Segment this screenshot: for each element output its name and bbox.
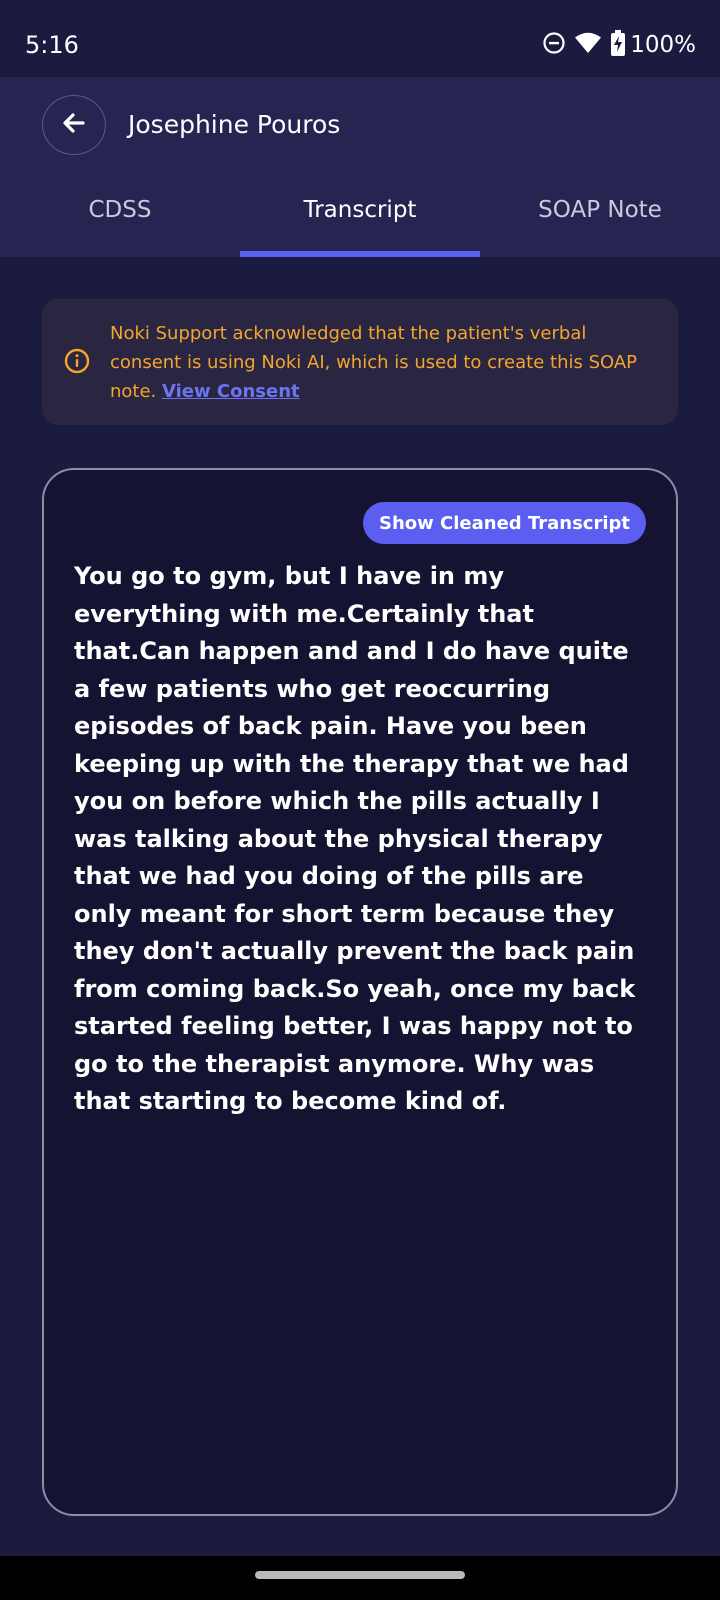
info-circle-icon [64,348,90,378]
status-time: 5:16 [25,31,79,59]
consent-banner: Noki Support acknowledged that the patie… [42,299,678,425]
status-icons: 100% [542,28,696,62]
home-indicator[interactable] [255,1571,465,1579]
arrow-left-icon [61,110,87,140]
do-not-disturb-icon [542,31,566,59]
tab-transcript[interactable]: Transcript [240,177,480,257]
active-tab-indicator [240,251,480,257]
show-cleaned-transcript-button[interactable]: Show Cleaned Transcript [362,502,646,544]
status-bar: 5:16 100% [0,0,720,77]
patient-name: Josephine Pouros [128,110,341,139]
tab-label: SOAP Note [538,197,662,223]
battery-percent: 100% [630,32,696,58]
consent-message: Noki Support acknowledged that the patie… [110,319,650,406]
back-button[interactable] [42,95,106,155]
tab-label: Transcript [303,197,417,223]
tab-soap-note[interactable]: SOAP Note [480,177,720,257]
battery-charging-icon [610,30,626,60]
transcript-text: You go to gym, but I have in my everythi… [74,562,636,1115]
transcript-card: Show Cleaned Transcript You go to gym, b… [42,468,678,1516]
tab-bar: CDSS Transcript SOAP Note [0,177,720,257]
view-consent-link[interactable]: View Consent [162,381,300,402]
tab-label: CDSS [88,197,152,223]
wifi-icon [574,32,602,58]
app-header: Josephine Pouros CDSS Transcript SOAP No… [0,77,720,257]
system-nav-bar [0,1556,720,1600]
tab-cdss[interactable]: CDSS [0,177,240,257]
